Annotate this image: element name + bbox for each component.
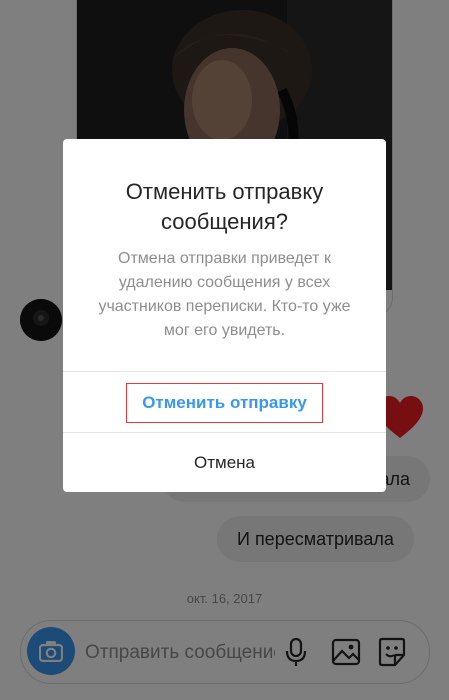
unsend-button[interactable]: Отменить отправку: [63, 372, 386, 432]
modal-overlay[interactable]: Отменить отправку сообщения? Отмена отпр…: [0, 0, 449, 700]
cancel-button[interactable]: Отмена: [63, 433, 386, 492]
unsend-dialog: Отменить отправку сообщения? Отмена отпр…: [63, 139, 386, 492]
dialog-title: Отменить отправку сообщения?: [125, 179, 324, 234]
unsend-button-label: Отменить отправку: [126, 382, 323, 423]
dialog-message: Отмена отправки приведет к удалению сооб…: [98, 250, 351, 339]
